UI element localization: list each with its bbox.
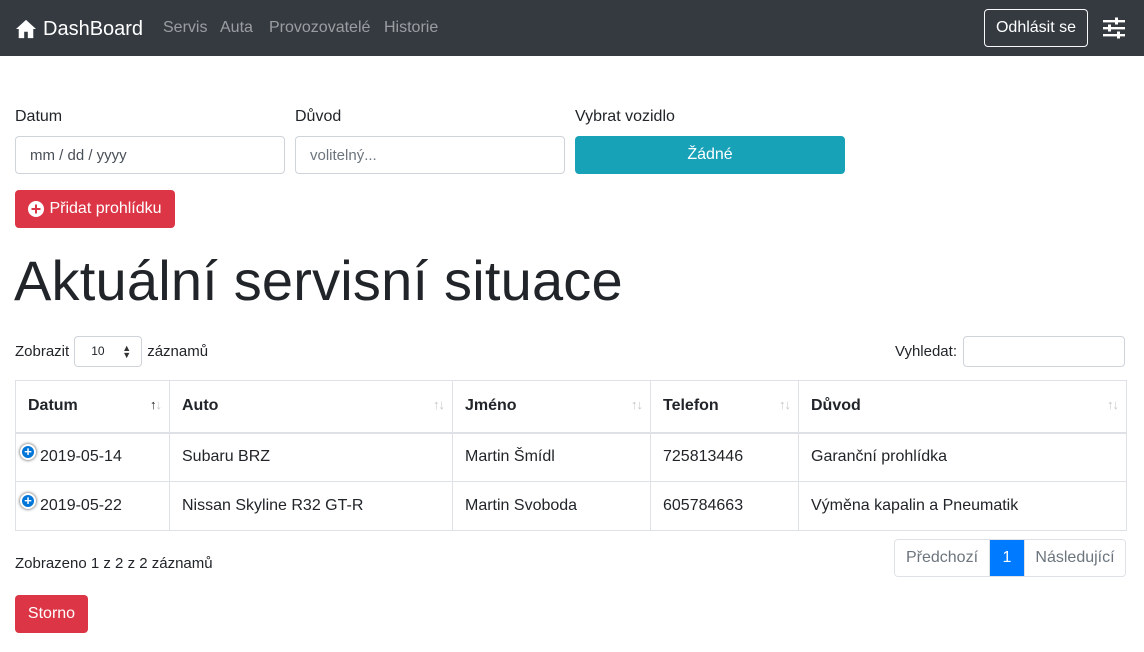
brand-label: DashBoard bbox=[43, 17, 144, 40]
logout-button[interactable]: Odhlásit se bbox=[984, 9, 1088, 47]
column-header-jmeno[interactable]: Jméno ↑↓ bbox=[452, 380, 651, 434]
pagination-previous-button[interactable]: Předchozí bbox=[895, 540, 990, 576]
nav-link-servis[interactable]: Servis bbox=[163, 19, 207, 37]
reason-input[interactable]: volitelný... bbox=[295, 136, 565, 174]
sort-caret-icon: ▲ ▼ bbox=[122, 342, 132, 360]
sort-icon: ↑↓ bbox=[631, 397, 643, 412]
column-header-label: Auto bbox=[182, 397, 219, 415]
nav-link-auta[interactable]: Auta bbox=[220, 19, 253, 37]
length-control: Zobrazit 10 ▲ ▼ záznamů bbox=[15, 335, 208, 367]
table-cell-reason: Garanční prohlídka bbox=[798, 432, 1127, 482]
column-header-telefon[interactable]: Telefon ↑↓ bbox=[650, 380, 799, 434]
column-header-label: Datum bbox=[28, 397, 78, 415]
table-cell-phone: 725813446 bbox=[650, 432, 799, 482]
date-placeholder: mm / dd / yyyy bbox=[30, 146, 127, 164]
sort-icon: ↑↓ bbox=[1107, 397, 1119, 412]
table-cell-name: Martin Svoboda bbox=[452, 481, 651, 531]
vehicle-select-button[interactable]: Žádné bbox=[575, 136, 845, 174]
pagination-next-button[interactable]: Následující bbox=[1024, 540, 1125, 576]
table-cell-phone: 605784663 bbox=[650, 481, 799, 531]
search-label: Vyhledat: bbox=[895, 342, 957, 360]
length-value: 10 bbox=[91, 344, 105, 358]
plus-circle-icon bbox=[28, 201, 45, 217]
table-cell-date: +2019-05-22 bbox=[15, 481, 170, 531]
cell-text: 2019-05-22 bbox=[40, 497, 122, 514]
table-cell-reason: Výměna kapalin a Pneumatik bbox=[798, 481, 1127, 531]
brand-link[interactable]: DashBoard bbox=[15, 16, 143, 42]
date-label: Datum bbox=[15, 108, 63, 125]
table-info: Zobrazeno 1 z 2 z 2 záznamů bbox=[15, 555, 213, 572]
top-navbar: DashBoard Servis Auta Provozovatelé Hist… bbox=[0, 0, 1144, 56]
sliders-icon[interactable] bbox=[1100, 14, 1128, 42]
add-inspection-label: Přidat prohlídku bbox=[49, 200, 162, 217]
length-suffix: záznamů bbox=[147, 342, 209, 360]
search-input[interactable] bbox=[963, 335, 1125, 367]
sort-icon: ↑↓ bbox=[150, 397, 162, 412]
column-header-label: Důvod bbox=[811, 397, 861, 415]
add-inspection-button[interactable]: Přidat prohlídku bbox=[15, 190, 175, 228]
column-header-auto[interactable]: Auto ↑↓ bbox=[169, 380, 453, 434]
table-cell-date: +2019-05-14 bbox=[15, 432, 170, 482]
column-header-label: Telefon bbox=[663, 397, 719, 415]
home-icon bbox=[16, 19, 36, 39]
expand-row-icon[interactable]: + bbox=[20, 444, 36, 461]
nav-link-provozovatele[interactable]: Provozovatelé bbox=[269, 19, 370, 37]
table-cell-name: Martin Šmídl bbox=[452, 432, 651, 482]
cell-text: 2019-05-14 bbox=[40, 448, 122, 466]
expand-row-icon[interactable]: + bbox=[20, 493, 36, 509]
sort-icon: ↑↓ bbox=[433, 397, 445, 412]
column-header-duvod[interactable]: Důvod ↑↓ bbox=[798, 380, 1127, 434]
table-cell-car: Subaru BRZ bbox=[169, 432, 453, 482]
reason-placeholder: volitelný... bbox=[310, 146, 377, 164]
reason-label: Důvod bbox=[295, 108, 342, 125]
service-table: Datum ↑↓ Auto ↑↓ Jméno ↑↓ Telefon ↑↓ Dův… bbox=[15, 380, 1127, 531]
vehicle-label: Vybrat vozidlo bbox=[575, 108, 675, 125]
table-cell-car: Nissan Skyline R32 GT-R bbox=[169, 481, 453, 531]
sort-icon: ↑↓ bbox=[779, 397, 791, 412]
table-header-row: Datum ↑↓ Auto ↑↓ Jméno ↑↓ Telefon ↑↓ Dův… bbox=[15, 380, 1127, 434]
length-prefix: Zobrazit bbox=[15, 342, 70, 360]
table-row: +2019-05-14 Subaru BRZ Martin Šmídl 7258… bbox=[15, 432, 1127, 482]
column-header-label: Jméno bbox=[465, 397, 517, 415]
pagination: Předchozí 1 Následující bbox=[894, 539, 1126, 577]
page-title: Aktuální servisní situace bbox=[14, 249, 623, 312]
search-control: Vyhledat: bbox=[895, 335, 1125, 367]
date-input[interactable]: mm / dd / yyyy bbox=[15, 136, 285, 174]
column-header-datum[interactable]: Datum ↑↓ bbox=[15, 380, 170, 434]
length-select[interactable]: 10 ▲ ▼ bbox=[74, 335, 143, 367]
cancel-button[interactable]: Storno bbox=[15, 595, 88, 633]
table-row: +2019-05-22 Nissan Skyline R32 GT-R Mart… bbox=[15, 481, 1127, 531]
pagination-page-1[interactable]: 1 bbox=[990, 540, 1024, 576]
nav-link-historie[interactable]: Historie bbox=[384, 19, 438, 37]
